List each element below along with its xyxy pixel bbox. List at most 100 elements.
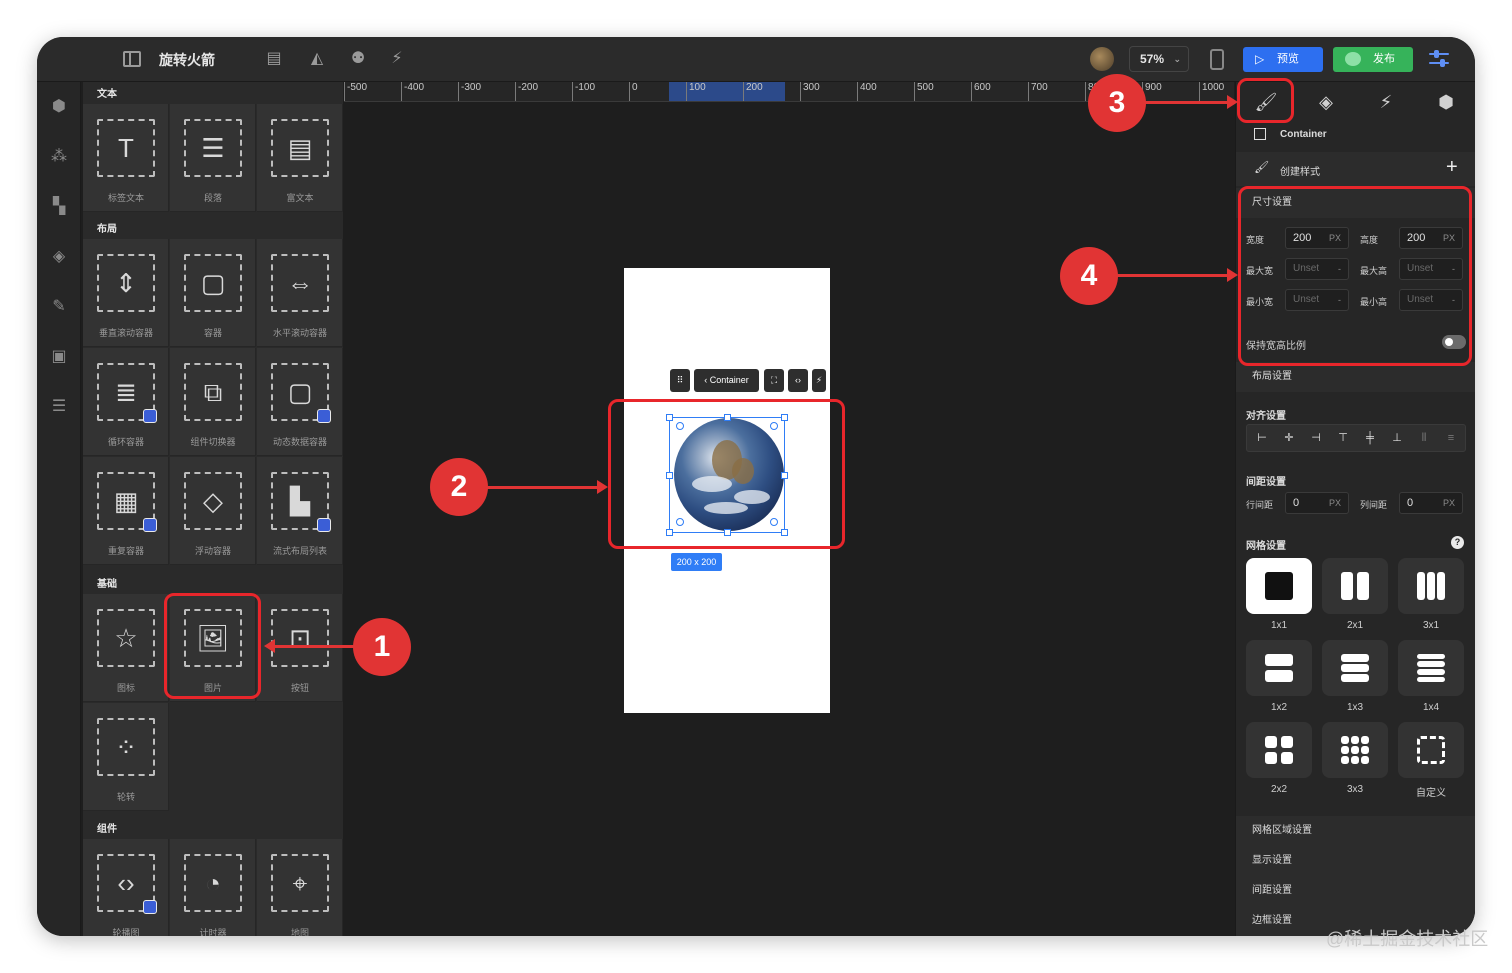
- component-label: 组件切换器: [190, 437, 236, 447]
- align-right-icon[interactable]: ⊣: [1305, 428, 1327, 448]
- annotation-marker-2: 2: [430, 458, 488, 516]
- display-section[interactable]: 显示设置: [1236, 846, 1475, 876]
- layout-section-title: 布局设置: [1236, 362, 1475, 392]
- component-container[interactable]: ▢ 容器: [170, 239, 256, 347]
- component-paragraph[interactable]: ☰ 段落: [170, 104, 256, 212]
- col-gap-field[interactable]: 0 PX: [1399, 492, 1463, 514]
- ruler-tick: 700: [1028, 82, 1048, 101]
- align-left-icon[interactable]: ⊢: [1251, 428, 1273, 448]
- document-icon[interactable]: ▤: [264, 49, 284, 69]
- grid-3x1[interactable]: 3x1: [1398, 558, 1464, 631]
- component-horizontal-scroll[interactable]: ⇔ 水平滚动容器: [257, 239, 343, 347]
- avatar[interactable]: [1090, 47, 1114, 71]
- blocks-icon[interactable]: ⁂: [48, 148, 70, 166]
- component-float-container[interactable]: ◇ 浮动容器: [170, 457, 256, 565]
- ruler-tick: -100: [572, 82, 595, 101]
- grid-label: 1x3: [1346, 702, 1364, 713]
- component-timer[interactable]: ◔ 计时器: [170, 839, 256, 936]
- lightning-icon[interactable]: ⚡: [387, 49, 407, 69]
- list-icon[interactable]: ☰: [48, 398, 70, 416]
- device-icon[interactable]: [1210, 49, 1224, 70]
- align-top-icon[interactable]: ⊤: [1332, 428, 1354, 448]
- tab-data[interactable]: ⬢: [1416, 82, 1475, 122]
- align-title: 对齐设置: [1246, 411, 1286, 422]
- component-repeat-container[interactable]: ▦ 重复容器: [83, 457, 169, 565]
- grid-1x3[interactable]: 1x3: [1322, 640, 1388, 713]
- pin-icon[interactable]: ✎: [48, 298, 70, 316]
- align-bottom-icon[interactable]: ⊥: [1386, 428, 1408, 448]
- row-gap-field[interactable]: 0 PX: [1285, 492, 1349, 514]
- expand-icon[interactable]: ⛶: [764, 369, 784, 392]
- top-bar: 旋转火箭 ▤ ◭ ⚉ ⚡ 57% ⌄ ▷ 预览 发布: [37, 37, 1475, 82]
- cube-icon[interactable]: ⬢: [48, 98, 70, 116]
- section-title: 基础: [97, 579, 117, 590]
- component-loop-container[interactable]: ≣ 循环容器: [83, 348, 169, 456]
- tab-actions[interactable]: ⚡: [1356, 82, 1416, 122]
- ruler-tick: 600: [971, 82, 991, 101]
- create-style-row[interactable]: 🖌 创建样式 +: [1236, 152, 1475, 186]
- component-label-text[interactable]: T 标签文本: [83, 104, 169, 212]
- tab-components[interactable]: ◈: [1296, 82, 1356, 122]
- size-badge: 200 x 200: [671, 553, 722, 571]
- annotation-marker-4: 4: [1060, 247, 1118, 305]
- component-label: 流式布局列表: [272, 546, 327, 556]
- component-icon[interactable]: ☆ 图标: [83, 594, 169, 702]
- alignment-group: ⊢ ✛ ⊣ ⊤ ╪ ⊥ ⦀ ≡: [1246, 424, 1466, 452]
- drag-handle-icon[interactable]: ⠿: [670, 369, 690, 392]
- section-title: 组件: [97, 824, 117, 835]
- align-center-v-icon[interactable]: ╪: [1359, 428, 1381, 448]
- triangle-icon[interactable]: ◭: [307, 49, 327, 69]
- spacing-section[interactable]: 间距设置: [1236, 876, 1475, 906]
- grid-2x2[interactable]: 2x2: [1246, 722, 1312, 795]
- section-title: 布局: [97, 224, 117, 235]
- map-pin-icon: ⌖: [292, 868, 308, 898]
- container-checkbox-icon[interactable]: [1254, 128, 1266, 140]
- grid-1x4[interactable]: 1x4: [1398, 640, 1464, 713]
- grid-icon[interactable]: ▚: [48, 198, 70, 216]
- grid-3x3[interactable]: 3x3: [1322, 722, 1388, 795]
- ruler-tick: 1000: [1199, 82, 1224, 101]
- distribute-h-icon[interactable]: ⦀: [1413, 428, 1435, 448]
- toolbar-label: Container: [709, 375, 749, 385]
- shapes-icon[interactable]: ⚉: [348, 49, 368, 69]
- grid-3x1-icon: [1417, 572, 1445, 600]
- grid-1x2[interactable]: 1x2: [1246, 640, 1312, 713]
- zoom-select[interactable]: 57% ⌄: [1129, 46, 1189, 72]
- component-label: 循环容器: [107, 437, 144, 447]
- grid-label: 3x3: [1346, 784, 1364, 795]
- layers-icon[interactable]: ◈: [48, 248, 70, 266]
- component-vertical-scroll[interactable]: ⇕ 垂直滚动容器: [83, 239, 169, 347]
- parent-container-button[interactable]: ‹ Container: [694, 369, 759, 392]
- component-spinner[interactable]: ⁘ 轮转: [83, 703, 169, 811]
- grid-1x1[interactable]: 1x1: [1246, 558, 1312, 631]
- ruler-tick: -200: [515, 82, 538, 101]
- component-rich-text[interactable]: ▤ 富文本: [257, 104, 343, 212]
- database-icon: [143, 409, 157, 423]
- grid-2x1[interactable]: 2x1: [1322, 558, 1388, 631]
- publish-button[interactable]: 发布: [1333, 47, 1413, 72]
- grid-3x3-icon: [1341, 736, 1369, 764]
- component-label: 浮动容器: [194, 546, 231, 556]
- grid-area-section[interactable]: 网格区域设置: [1236, 816, 1475, 846]
- eye-icon: [1345, 52, 1361, 66]
- component-map[interactable]: ⌖ 地图: [257, 839, 343, 936]
- zoom-value: 57%: [1140, 52, 1165, 66]
- grid-2x1-icon: [1341, 572, 1369, 600]
- component-flow-layout[interactable]: ▙ 流式布局列表: [257, 457, 343, 565]
- distribute-v-icon[interactable]: ≡: [1440, 428, 1462, 448]
- settings-sliders-icon[interactable]: [1429, 49, 1451, 69]
- preview-button[interactable]: ▷ 预览: [1243, 47, 1323, 72]
- add-icon[interactable]: +: [1446, 156, 1458, 179]
- lightning-icon[interactable]: ⚡: [812, 369, 826, 392]
- database-icon: [143, 900, 157, 914]
- code-icon[interactable]: ‹›: [788, 369, 808, 392]
- component-carousel[interactable]: ‹› 轮播图: [83, 839, 169, 936]
- component-label: 段落: [203, 193, 222, 203]
- help-icon[interactable]: ?: [1451, 536, 1464, 549]
- grid-custom[interactable]: 自定义: [1398, 722, 1464, 799]
- sidebar-toggle-icon[interactable]: [123, 51, 141, 67]
- pages-icon[interactable]: ▣: [48, 348, 70, 366]
- component-switcher[interactable]: ⧉ 组件切换器: [170, 348, 256, 456]
- component-dynamic-data[interactable]: ▢ 动态数据容器: [257, 348, 343, 456]
- align-center-h-icon[interactable]: ✛: [1278, 428, 1300, 448]
